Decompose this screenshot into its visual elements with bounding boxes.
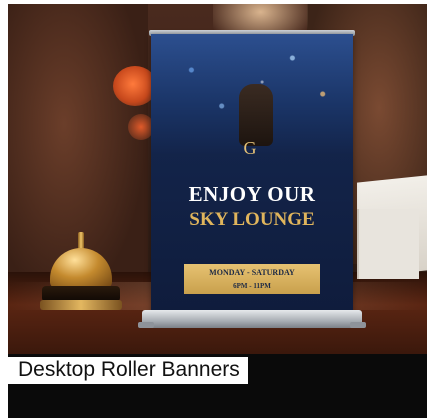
hours-time: 6PM - 11PM xyxy=(233,282,271,290)
hours-box: MONDAY - SATURDAY 6PM - 11PM xyxy=(184,264,320,294)
bell-rim xyxy=(40,300,122,310)
hours-days: MONDAY - SATURDAY xyxy=(209,268,295,277)
product-photo: G ENJOY OUR SKY LOUNGE MONDAY - SATURDAY… xyxy=(8,4,427,354)
brand-logo: G xyxy=(243,138,257,158)
banner-subheadline: SKY LOUNGE xyxy=(189,209,315,230)
roller-banner: G ENJOY OUR SKY LOUNGE MONDAY - SATURDAY… xyxy=(151,34,353,314)
banner-stand-base xyxy=(142,310,362,328)
stand-foot-right xyxy=(350,322,366,328)
banner-headline: ENJOY OUR xyxy=(188,182,316,206)
product-caption: Desktop Roller Banners xyxy=(8,357,248,384)
stand-foot-left xyxy=(138,322,154,328)
paper-cards-front xyxy=(357,209,419,279)
